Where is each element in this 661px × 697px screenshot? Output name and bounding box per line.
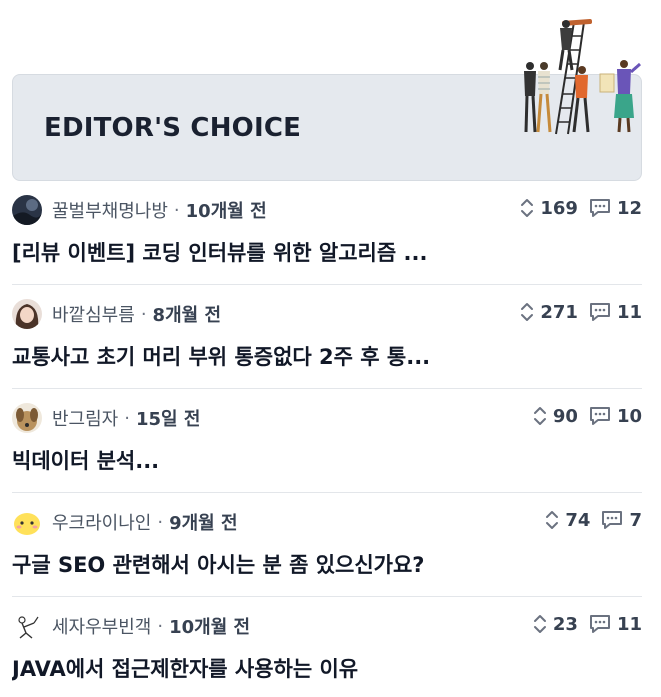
comment-count: 10 (616, 405, 642, 427)
post-meta: 반그림자 · 15일 전 (12, 403, 200, 433)
post-title[interactable]: 구글 SEO 관련해서 아시는 분 좀 있으신가요? (12, 549, 642, 579)
up-down-chevron-icon (532, 613, 548, 635)
people-on-ladder-illustration (524, 19, 641, 135)
avatar[interactable] (12, 195, 42, 225)
avatar-image (12, 507, 42, 537)
post-meta: 꿀벌부채명나방 · 10개월 전 (12, 195, 267, 225)
comment-count: 7 (629, 509, 642, 531)
vote-count: 271 (540, 301, 578, 323)
post-time: 8개월 전 (152, 305, 222, 326)
vote-count: 23 (552, 613, 578, 635)
author-name[interactable]: 반그림자 (52, 405, 118, 431)
post-meta: 바깥심부름 · 8개월 전 (12, 299, 221, 329)
post-stats: 271 11 (519, 299, 642, 325)
post-item[interactable]: 반그림자 · 15일 전 90 10 빅데이터 분석... (12, 389, 642, 493)
post-stats: 90 10 (532, 403, 642, 429)
meta-separator: · (140, 303, 147, 325)
author-name[interactable]: 바깥심부름 (52, 301, 135, 327)
post-meta: 세자우부빈객 · 10개월 전 (12, 611, 250, 641)
post-item[interactable]: 세자우부빈객 · 10개월 전 23 11 JAVA에서 접근제한자를 사용하는… (12, 597, 642, 697)
speech-bubble-icon (588, 405, 612, 427)
comment-count: 11 (616, 301, 642, 323)
post-stats: 169 12 (519, 195, 642, 221)
post-stats: 23 11 (532, 611, 642, 637)
up-down-chevron-icon (519, 197, 535, 219)
post-time: 15일 전 (135, 409, 201, 430)
post-title[interactable]: [리뷰 이벤트] 코딩 인터뷰를 위한 알고리즘 ... (12, 237, 642, 267)
author-name[interactable]: 세자우부빈객 (52, 613, 151, 639)
post-title[interactable]: JAVA에서 접근제한자를 사용하는 이유 (12, 653, 642, 683)
post-time: 10개월 전 (169, 617, 251, 638)
avatar-image (12, 195, 42, 225)
comment-count: 12 (616, 197, 642, 219)
author-name[interactable]: 우크라이나인 (52, 509, 151, 535)
up-down-chevron-icon (519, 301, 535, 323)
post-time: 10개월 전 (185, 201, 267, 222)
up-down-chevron-icon (544, 509, 560, 531)
avatar-image (12, 403, 42, 433)
vote-count: 74 (565, 509, 591, 531)
post-item[interactable]: 바깥심부름 · 8개월 전 271 11 교통사고 초기 머리 부위 통증없다 … (12, 285, 642, 389)
post-title[interactable]: 교통사고 초기 머리 부위 통증없다 2주 후 통... (12, 341, 642, 371)
post-time: 9개월 전 (169, 513, 238, 534)
speech-bubble-icon (600, 509, 624, 531)
post-meta: 우크라이나인 · 9개월 전 (12, 507, 238, 537)
meta-separator: · (157, 615, 164, 637)
vote-count: 169 (540, 197, 578, 219)
avatar[interactable] (12, 611, 42, 641)
post-item[interactable]: 우크라이나인 · 9개월 전 74 7 구글 SEO 관련해서 아시는 분 좀 … (12, 493, 642, 597)
vote-count: 90 (552, 405, 578, 427)
speech-bubble-icon (588, 301, 612, 323)
avatar[interactable] (12, 299, 42, 329)
meta-separator: · (157, 511, 164, 533)
speech-bubble-icon (588, 613, 612, 635)
banner-title: EDITOR'S CHOICE (44, 113, 302, 143)
author-name[interactable]: 꿀벌부채명나방 (52, 197, 168, 223)
meta-separator: · (124, 407, 130, 429)
post-stats: 74 7 (544, 507, 642, 533)
post-title[interactable]: 빅데이터 분석... (12, 445, 642, 475)
avatar[interactable] (12, 403, 42, 433)
avatar-image (12, 299, 42, 329)
post-item[interactable]: 꿀벌부채명나방 · 10개월 전 169 12 [리뷰 이벤트] 코딩 인터뷰를… (12, 181, 642, 285)
up-down-chevron-icon (532, 405, 548, 427)
comment-count: 11 (616, 613, 642, 635)
speech-bubble-icon (588, 197, 612, 219)
meta-separator: · (173, 199, 180, 221)
avatar[interactable] (12, 507, 42, 537)
avatar-image (12, 611, 42, 641)
